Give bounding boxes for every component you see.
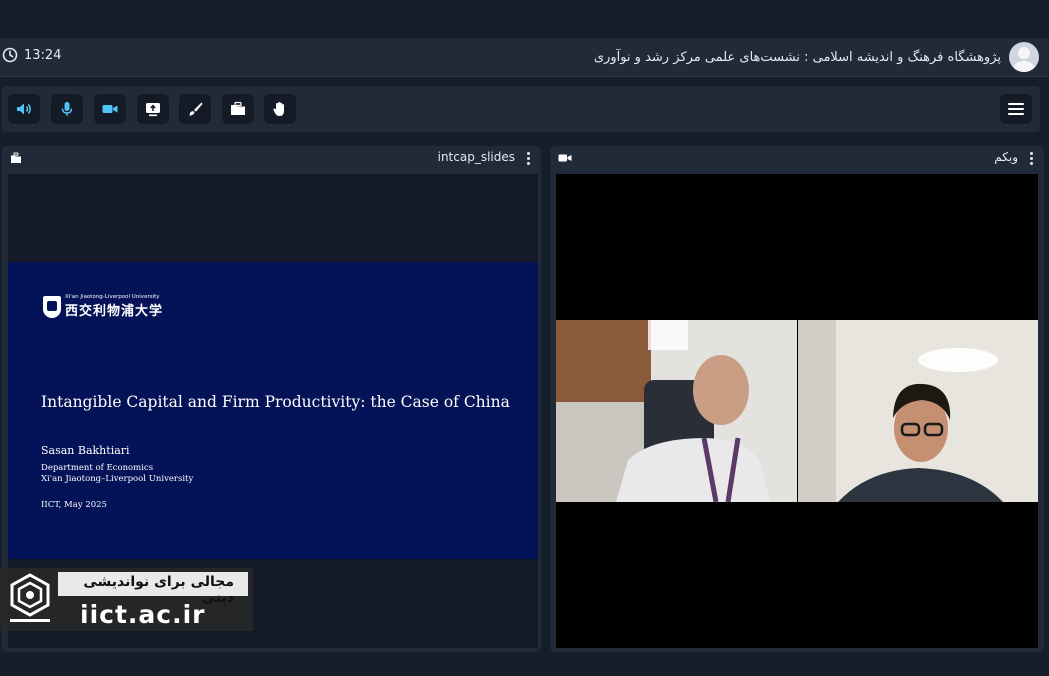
slides-panel-header: intcap_slides (2, 146, 541, 170)
camera-icon (102, 105, 118, 113)
session-clock: 13:24 (2, 47, 61, 63)
clock-icon (2, 47, 18, 63)
slide-institution: Xi'an Jiaotong–Liverpool University (41, 474, 194, 484)
screen-share-button[interactable] (137, 94, 169, 124)
raise-hand-button[interactable] (264, 94, 296, 124)
university-crest-icon (43, 295, 61, 318)
slide-author: Sasan Bakhtiari (41, 444, 130, 457)
participant-2-image (798, 320, 1038, 502)
main-menu-button[interactable] (1000, 94, 1032, 124)
speaker-button[interactable] (8, 94, 40, 124)
microphone-button[interactable] (51, 94, 83, 124)
webcam-panel-title: وبکم (994, 150, 1018, 164)
session-time: 13:24 (24, 47, 62, 63)
user-avatar[interactable] (1009, 42, 1039, 72)
folder-icon (11, 152, 21, 163)
speaker-icon (17, 103, 31, 115)
iict-logo-icon (10, 573, 50, 622)
whiteboard-button[interactable] (179, 94, 211, 124)
webcam-panel-header: وبکم (550, 146, 1044, 170)
microphone-icon (61, 102, 73, 116)
webcam-panel: وبکم (550, 146, 1044, 652)
participant-video-1[interactable] (556, 320, 797, 502)
presentation-slide: Xi'an Jiaotong-Liverpool University 西交利物… (8, 262, 538, 559)
webcam-panel-options-icon[interactable] (1026, 150, 1036, 166)
university-name-cn: 西交利物浦大学 (65, 304, 164, 319)
session-header: پژوهشگاه فرهنگ و اندیشه اسلامی : نشست‌ها… (594, 42, 1039, 72)
watermark-url: iict.ac.ir (80, 600, 206, 629)
toolbar (2, 86, 1040, 132)
slide-title: Intangible Capital and Firm Productivity… (41, 393, 510, 411)
slide-department: Department of Economics (41, 463, 154, 473)
screen-share-icon (146, 103, 160, 117)
session-title: پژوهشگاه فرهنگ و اندیشه اسلامی : نشست‌ها… (593, 49, 1001, 65)
slides-panel-options-icon[interactable] (523, 150, 533, 166)
folder-icon (231, 101, 245, 115)
hand-icon (273, 102, 284, 116)
university-logo: Xi'an Jiaotong-Liverpool University 西交利物… (43, 294, 163, 319)
brush-icon (189, 102, 203, 116)
camera-icon (558, 154, 572, 162)
slide-date: IICT, May 2025 (41, 500, 107, 510)
site-watermark: مجالی برای نواندیشی دینی iict.ac.ir (0, 568, 253, 631)
hamburger-menu-icon (1008, 103, 1024, 115)
participant-1-image (556, 320, 797, 502)
participant-video-2[interactable] (798, 320, 1038, 502)
top-bar: 13:24 پژوهشگاه فرهنگ و اندیشه اسلامی : ن… (0, 38, 1049, 77)
camera-button[interactable] (94, 94, 126, 124)
files-button[interactable] (222, 94, 254, 124)
webcam-viewer[interactable] (556, 174, 1038, 648)
watermark-banner: مجالی برای نواندیشی دینی (58, 572, 248, 606)
slide-affiliation: Department of Economics Xi'an Jiaotong–L… (41, 463, 193, 485)
slides-panel-title: intcap_slides (437, 150, 515, 164)
